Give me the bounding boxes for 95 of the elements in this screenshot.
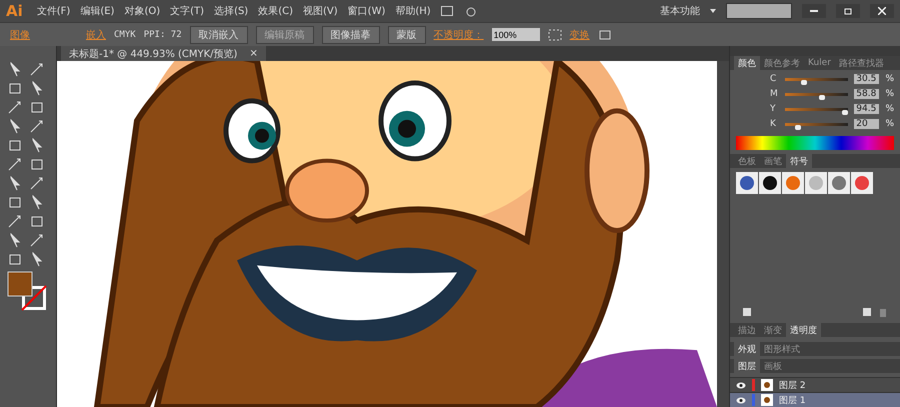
panel-tab[interactable]: Kuler [804,56,835,70]
menu-item[interactable]: 编辑(E) [80,4,114,18]
menu-item[interactable]: 文字(T) [170,4,204,18]
tool-icon[interactable] [7,81,23,96]
minimize-icon [810,10,818,12]
layer-name: 图层 1 [779,394,806,406]
panel-tab[interactable]: 符号 [786,154,812,168]
tool-icon[interactable] [29,214,45,229]
channel-value-field[interactable]: 94.5 [854,104,880,114]
layer-thumbnail [761,379,773,391]
symbol-library-icon[interactable] [742,307,754,317]
tool-icon[interactable] [7,214,23,229]
panel-tab[interactable]: 路径查找器 [834,56,888,70]
panel-tab[interactable]: 颜色参考 [760,56,804,70]
tool-icon[interactable] [7,138,23,153]
panel-tab[interactable]: 颜色 [734,56,760,70]
document-tab[interactable]: 未标题-1* @ 449.93% (CMYK/预览) × [61,46,266,61]
menu-item[interactable]: 效果(C) [258,4,294,18]
percent-sign: % [885,104,894,114]
symbol-thumbnail[interactable] [759,172,781,194]
toolbar-button[interactable]: 蒙版 [388,26,426,44]
workspace-switcher[interactable]: 基本功能 [660,4,700,18]
tool-icon[interactable] [29,176,45,191]
slider-thumb[interactable] [819,94,826,100]
percent-sign: % [885,74,894,84]
eye-icon[interactable] [736,396,746,404]
symbol-thumbnail[interactable] [805,172,827,194]
symbol-thumbnail[interactable] [736,172,758,194]
symbol-thumbnail[interactable] [782,172,804,194]
tool-icon[interactable] [29,119,45,134]
tab-close-button[interactable]: × [249,48,258,59]
ppi-text: PPI: 72 [144,30,182,40]
slider-thumb[interactable] [794,124,800,130]
panel-tab[interactable]: 图层 [734,359,760,373]
app-logo: Ai [6,2,23,20]
caret-icon[interactable] [710,9,716,13]
percent-sign: % [885,119,894,129]
toolbar-button[interactable]: 图像描摹 [322,26,380,44]
restore-icon [844,7,852,15]
color-mode-text: CMYK [114,30,136,40]
panel-tab[interactable]: 渐变 [760,323,786,337]
channel-value-field[interactable]: 30.5 [854,74,880,84]
search-field[interactable] [726,3,792,19]
tool-icon[interactable] [29,233,45,248]
restore-button[interactable] [836,4,860,18]
panel-tab[interactable]: 图形样式 [760,342,804,356]
layer-row[interactable]: 图层 2 [730,377,900,392]
menu-item[interactable]: 窗口(W) [348,4,386,18]
slider-thumb[interactable] [842,110,848,114]
minimize-button[interactable] [802,4,826,18]
tool-icon[interactable] [7,100,23,115]
channel-value-field[interactable]: 20 [854,119,880,129]
channel-label: K [770,119,777,129]
fill-stroke-swatch-icon[interactable] [7,271,47,311]
close-button[interactable] [870,4,894,18]
layout-icon[interactable] [440,6,453,16]
eye-icon[interactable] [736,382,746,388]
opacity-field[interactable]: 100% [492,28,540,41]
menu-item[interactable]: 视图(V) [303,4,338,18]
layer-name: 图层 2 [779,380,806,392]
symbol-thumbnail[interactable] [828,172,850,194]
channel-label: Y [770,104,776,114]
bounding-box-icon[interactable] [598,28,612,40]
layer-thumbnail [761,394,773,406]
channel-label: C [770,74,778,84]
panel-tab[interactable]: 外观 [734,342,760,356]
document-title: 未标题-1* @ 449.93% (CMYK/预览) [69,48,238,60]
color-spectrum[interactable] [736,136,894,150]
close-icon [878,7,886,15]
new-symbol-icon[interactable] [862,307,872,317]
menu-item[interactable]: 帮助(H) [395,4,431,18]
panel-tab[interactable]: 画笔 [760,154,786,168]
tool-icon[interactable] [7,252,23,267]
panel-tab[interactable]: 描边 [734,323,760,337]
symbol-thumbnail[interactable] [851,172,873,194]
percent-sign: % [885,89,894,99]
tool-icon[interactable] [7,195,23,210]
tool-icon[interactable] [29,157,45,172]
menu-item[interactable]: 选择(S) [214,4,248,18]
slider-thumb[interactable] [801,80,808,84]
tool-icon[interactable] [7,157,23,172]
menu-item[interactable]: 对象(O) [124,4,160,18]
panel-tab[interactable]: 色板 [734,154,760,168]
layer-row[interactable]: 图层 1 [730,392,900,407]
channel-label: M [770,89,779,99]
vertical-scrollbar[interactable] [717,61,729,407]
panel-tab[interactable]: 画板 [760,359,786,373]
selection-type-label: 图像 [10,28,30,42]
panel-tab[interactable]: 透明度 [786,323,821,337]
channel-value-field[interactable]: 58.8 [854,89,880,99]
menu-item[interactable]: 文件(F) [36,4,70,18]
align-icon[interactable] [548,28,562,40]
tool-icon[interactable] [29,100,45,115]
tool-icon[interactable] [29,62,45,77]
toolbar-button[interactable]: 取消嵌入 [190,26,248,44]
